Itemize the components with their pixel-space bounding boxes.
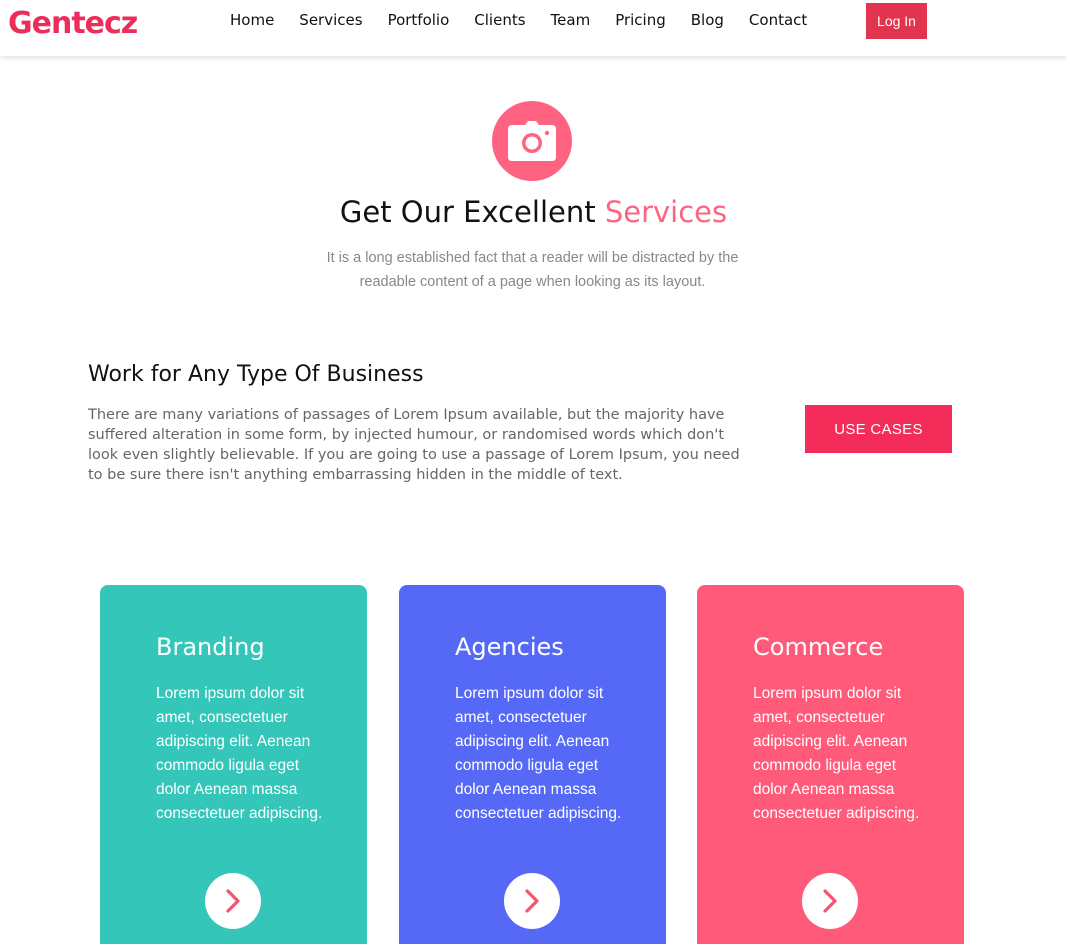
card-branding: Branding Lorem ipsum dolor sit amet, con… [100, 585, 367, 944]
nav-portfolio[interactable]: Portfolio [388, 10, 450, 30]
card-title: Commerce [753, 633, 884, 661]
services-heading-accent: Services [604, 195, 728, 229]
logo[interactable]: Gentecz [8, 6, 138, 41]
card-title: Branding [156, 633, 265, 661]
nav-team[interactable]: Team [551, 10, 591, 30]
services-description: It is a long established fact that a rea… [326, 250, 739, 290]
site-header: Gentecz Home Services Portfolio Clients … [0, 0, 1067, 56]
nav-contact[interactable]: Contact [749, 10, 807, 30]
card-commerce: Commerce Lorem ipsum dolor sit amet, con… [697, 585, 964, 944]
services-heading-main: Get Our Excellent [339, 195, 605, 229]
login-button[interactable]: Log In [866, 3, 927, 39]
card-arrow-button[interactable] [802, 873, 858, 929]
card-arrow-button[interactable] [205, 873, 261, 929]
chevron-right-icon [823, 889, 837, 913]
use-cases-button[interactable]: USE CASES [805, 405, 952, 453]
main-nav: Home Services Portfolio Clients Team Pri… [230, 10, 832, 30]
services-heading: Get Our Excellent Services [0, 195, 1067, 229]
camera-icon-circle [492, 101, 572, 181]
camera-icon [508, 121, 556, 161]
card-text: Lorem ipsum dolor sit amet, consectetuer… [455, 685, 622, 822]
card-agencies: Agencies Lorem ipsum dolor sit amet, con… [399, 585, 666, 944]
nav-home[interactable]: Home [230, 10, 274, 30]
card-title: Agencies [455, 633, 564, 661]
card-text: Lorem ipsum dolor sit amet, consectetuer… [753, 685, 920, 822]
business-text: There are many variations of passages of… [88, 407, 740, 483]
card-arrow-button[interactable] [504, 873, 560, 929]
nav-services[interactable]: Services [299, 10, 362, 30]
business-heading: Work for Any Type Of Business [88, 362, 424, 387]
card-text: Lorem ipsum dolor sit amet, consectetuer… [156, 685, 323, 822]
nav-clients[interactable]: Clients [474, 10, 525, 30]
nav-pricing[interactable]: Pricing [615, 10, 666, 30]
chevron-right-icon [525, 889, 539, 913]
nav-blog[interactable]: Blog [691, 10, 724, 30]
chevron-right-icon [226, 889, 240, 913]
